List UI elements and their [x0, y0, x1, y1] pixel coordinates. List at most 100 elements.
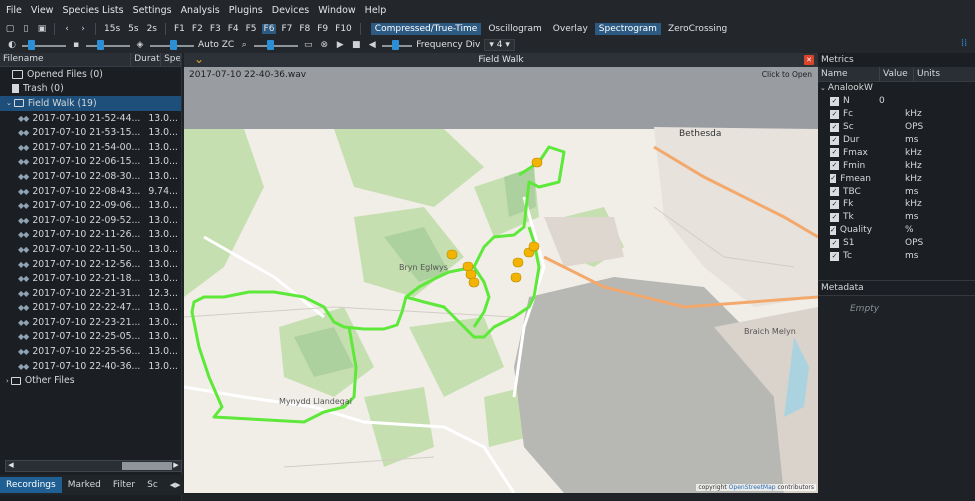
file-row[interactable]: ◆◆ 2017-07-10 22-22-47... 13.0...: [0, 301, 181, 316]
metrics-group[interactable]: ⌄ AnalookW: [818, 82, 975, 95]
checkbox-checked-icon[interactable]: ✓: [830, 174, 837, 184]
file-row[interactable]: ◆◆ 2017-07-10 22-21-18... 13.0...: [0, 271, 181, 286]
metric-row[interactable]: ✓ S1 OPS: [818, 237, 975, 250]
volume-icon[interactable]: ◀: [366, 39, 378, 51]
file-row[interactable]: ◆◆ 2017-07-10 22-40-36... 13.0...: [0, 359, 181, 374]
auto-zc-toggle[interactable]: Auto ZC: [198, 40, 234, 50]
tree-opened-files[interactable]: Opened Files (0): [0, 67, 181, 82]
menu-item-view[interactable]: View: [31, 5, 54, 16]
fkey-button[interactable]: F7: [279, 24, 294, 34]
file-row[interactable]: ◆◆ 2017-07-10 22-23-21... 13.0...: [0, 315, 181, 330]
checkbox-checked-icon[interactable]: ✓: [830, 161, 839, 171]
menu-item-species-lists[interactable]: Species Lists: [62, 5, 123, 16]
checkbox-checked-icon[interactable]: ✓: [830, 251, 839, 261]
grip-icon[interactable]: ⁞⁞: [961, 38, 967, 49]
file-row[interactable]: ◆◆ 2017-07-10 22-08-30... 13.0...: [0, 169, 181, 184]
play-icon[interactable]: ▶: [334, 39, 346, 51]
mode-button[interactable]: Compressed/True-Time: [370, 22, 482, 35]
file-row[interactable]: ◆◆ 2017-07-10 22-11-50... 13.0...: [0, 242, 181, 257]
fkey-button[interactable]: F9: [315, 24, 330, 34]
metric-row[interactable]: ✓ Sc OPS: [818, 121, 975, 134]
checkbox-checked-icon[interactable]: ✓: [830, 135, 839, 145]
checkbox-checked-icon[interactable]: ✓: [830, 96, 839, 106]
file-row[interactable]: ◆◆ 2017-07-10 22-12-56... 13.0...: [0, 257, 181, 272]
volume-slider[interactable]: [382, 39, 413, 51]
checkbox-checked-icon[interactable]: ✓: [830, 187, 839, 197]
metric-row[interactable]: ✓ Fk kHz: [818, 198, 975, 211]
lock-icon[interactable]: ⊗: [318, 39, 330, 51]
save-icon[interactable]: ▣: [36, 23, 48, 35]
fkey-button[interactable]: F4: [226, 24, 241, 34]
frequency-div-select[interactable]: ▾ 4 ▾: [484, 39, 515, 51]
close-icon[interactable]: ✕: [804, 55, 814, 65]
open-file-icon[interactable]: ▯: [20, 23, 32, 35]
tree-other-files[interactable]: › Other Files: [0, 373, 181, 388]
sensitivity-slider[interactable]: [254, 39, 299, 51]
metric-row[interactable]: ✓ Tk ms: [818, 211, 975, 224]
scroll-right-icon[interactable]: ▶: [171, 461, 181, 471]
click-to-open-link[interactable]: Click to Open: [762, 70, 812, 79]
menu-item-help[interactable]: Help: [365, 5, 387, 16]
column-duration[interactable]: Durat: [131, 53, 162, 66]
checkbox-checked-icon[interactable]: ✓: [830, 122, 839, 132]
fkey-button[interactable]: F2: [190, 24, 205, 34]
file-row[interactable]: ◆◆ 2017-07-10 22-09-52... 13.0...: [0, 213, 181, 228]
gain-slider[interactable]: [86, 39, 130, 51]
file-row[interactable]: ◆◆ 2017-07-10 22-21-31... 12.3...: [0, 286, 181, 301]
menu-item-plugins[interactable]: Plugins: [229, 5, 263, 16]
expand-arrow-icon[interactable]: ⌄: [6, 99, 12, 107]
metric-row[interactable]: ✓ Fmean kHz: [818, 172, 975, 185]
metric-row[interactable]: ✓ Fc kHz: [818, 108, 975, 121]
time-button[interactable]: 15s: [102, 24, 122, 34]
new-file-icon[interactable]: ▢: [4, 23, 16, 35]
file-row[interactable]: ◆◆ 2017-07-10 22-11-26... 13.0...: [0, 228, 181, 243]
checkbox-checked-icon[interactable]: ✓: [830, 225, 836, 235]
menu-item-devices[interactable]: Devices: [272, 5, 309, 16]
fkey-button[interactable]: F6: [261, 23, 277, 34]
menu-item-settings[interactable]: Settings: [133, 5, 172, 16]
brightness-slider[interactable]: [22, 39, 66, 51]
tab-sc[interactable]: Sc: [141, 477, 164, 493]
column-units[interactable]: Units: [914, 67, 975, 81]
checkbox-checked-icon[interactable]: ✓: [830, 199, 839, 209]
time-button[interactable]: 5s: [126, 24, 140, 34]
horizontal-scrollbar[interactable]: ◀ ▶: [5, 460, 182, 472]
mode-button[interactable]: Spectrogram: [594, 22, 661, 35]
checkbox-checked-icon[interactable]: ✓: [830, 238, 839, 248]
fkey-button[interactable]: F10: [333, 24, 354, 34]
column-value[interactable]: Value: [880, 67, 914, 81]
fkey-button[interactable]: F3: [208, 24, 223, 34]
file-row[interactable]: ◆◆ 2017-07-10 21-54-00... 13.0...: [0, 140, 181, 155]
menu-item-file[interactable]: File: [6, 5, 22, 16]
file-row[interactable]: ◆◆ 2017-07-10 22-09-06... 13.0...: [0, 198, 181, 213]
checkbox-checked-icon[interactable]: ✓: [830, 109, 839, 119]
scroll-left-icon[interactable]: ◀: [6, 461, 16, 471]
tab-recordings[interactable]: Recordings: [0, 477, 62, 493]
file-row[interactable]: ◆◆ 2017-07-10 22-06-15... 13.0...: [0, 155, 181, 170]
metric-row[interactable]: ✓ Quality%: [818, 224, 975, 237]
checkbox-checked-icon[interactable]: ✓: [830, 148, 839, 158]
metric-row[interactable]: ✓ Tc ms: [818, 250, 975, 263]
metric-row[interactable]: ✓ Fmin kHz: [818, 159, 975, 172]
column-name[interactable]: Name: [818, 67, 880, 81]
threshold-slider[interactable]: [150, 39, 194, 51]
metric-row[interactable]: ✓ TBC ms: [818, 185, 975, 198]
export-icon[interactable]: ▭: [302, 39, 314, 51]
tab-filter[interactable]: Filter: [107, 477, 141, 493]
mode-button[interactable]: ZeroCrossing: [664, 23, 731, 35]
stop-icon[interactable]: ■: [350, 39, 362, 51]
map-view[interactable]: 2017-07-10 22-40-36.wav Click to Open Be…: [184, 67, 818, 493]
file-row[interactable]: ◆◆ 2017-07-10 22-08-43... 9.74...: [0, 184, 181, 199]
tab-marked[interactable]: Marked: [62, 477, 107, 493]
tree-folder-field-walk[interactable]: ⌄ Field Walk (19): [0, 96, 181, 111]
forward-icon[interactable]: ›: [77, 23, 89, 35]
fkey-button[interactable]: F5: [244, 24, 259, 34]
mode-button[interactable]: Overlay: [549, 23, 592, 35]
time-button[interactable]: 2s: [145, 24, 159, 34]
metric-row[interactable]: ✓ Dur ms: [818, 134, 975, 147]
metric-row[interactable]: ✓ Fmax kHz: [818, 146, 975, 159]
file-row[interactable]: ◆◆ 2017-07-10 22-25-05... 13.0...: [0, 330, 181, 345]
scrollbar-thumb[interactable]: [122, 462, 172, 470]
expand-arrow-icon[interactable]: ⌄: [820, 84, 826, 92]
menu-item-analysis[interactable]: Analysis: [181, 5, 220, 16]
